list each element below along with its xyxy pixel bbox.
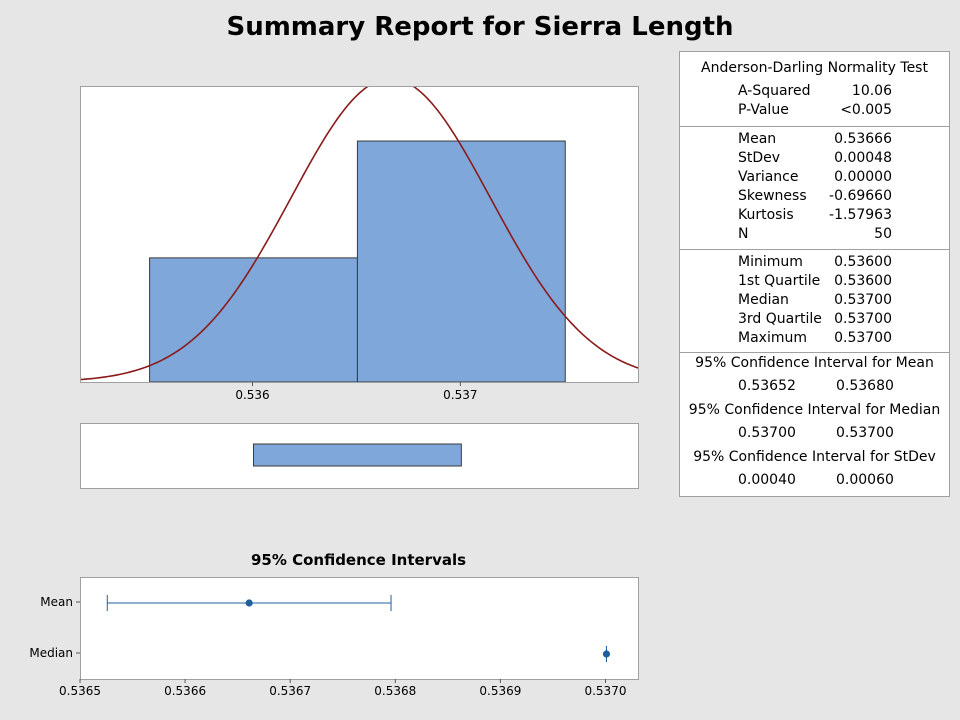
x-tick-label: 0.5367 <box>269 684 311 698</box>
histogram-x-axis: 0.536 0.537 <box>235 382 478 402</box>
stat-value: 0.53600 <box>834 254 892 270</box>
x-tick-label: 0.5370 <box>584 684 626 698</box>
stat-value: 0.53700 <box>834 330 892 346</box>
ci-lower: 0.00040 <box>738 472 796 488</box>
stat-value: 0.53666 <box>834 131 892 147</box>
stat-value: 0.00000 <box>834 169 892 185</box>
stat-value: -1.57963 <box>829 207 892 223</box>
stat-label: Maximum <box>738 330 807 346</box>
ci-panel <box>80 577 639 680</box>
summary-statistics-table: Anderson-Darling Normality Test A-Square… <box>679 51 950 497</box>
x-tick-label: 0.5368 <box>374 684 416 698</box>
section-divider <box>680 126 949 127</box>
stat-row: Minimum 0.53600 <box>680 254 949 273</box>
ci-block-title: 95% Confidence Interval for Mean <box>695 355 934 371</box>
ci-category-label: Mean <box>40 595 73 609</box>
stat-label: Variance <box>738 169 799 185</box>
histogram-bar <box>356 140 566 382</box>
stat-row: 1st Quartile 0.53600 <box>680 273 949 292</box>
section-divider <box>680 249 949 250</box>
stat-label: Kurtosis <box>738 207 794 223</box>
ci-block-title: 95% Confidence Interval for StDev <box>693 449 936 465</box>
stat-value: 0.53700 <box>834 292 892 308</box>
stat-value: -0.69660 <box>829 188 892 204</box>
page-title: Summary Report for Sierra Length <box>226 12 734 42</box>
ci-category-label: Median <box>29 646 73 660</box>
x-tick-label: 0.5366 <box>164 684 206 698</box>
ci-category-axis: Mean Median <box>29 595 80 660</box>
stat-label: Median <box>738 292 789 308</box>
ci-upper: 0.00060 <box>836 472 894 488</box>
stat-row: Skewness -0.69660 <box>680 188 949 207</box>
stat-row: A-Squared 10.06 <box>680 83 949 102</box>
histogram-chart <box>81 87 638 382</box>
ci-chart <box>106 595 611 662</box>
boxplot-panel <box>80 423 639 489</box>
stat-value: 50 <box>874 226 892 242</box>
section-divider <box>680 352 949 353</box>
ad-test-title: Anderson-Darling Normality Test <box>701 60 928 76</box>
stat-label: P-Value <box>738 102 789 118</box>
x-tick-label: 0.536 <box>235 388 269 402</box>
x-tick-label: 0.5369 <box>479 684 521 698</box>
stat-label: Minimum <box>738 254 803 270</box>
histogram-bar <box>149 257 358 382</box>
stat-value: 10.06 <box>851 83 892 99</box>
ci-x-axis: 0.5365 0.5366 0.5367 0.5368 0.5369 0.5370 <box>59 679 626 698</box>
stat-value: <0.005 <box>840 102 892 118</box>
stat-row: StDev 0.00048 <box>680 150 949 169</box>
x-tick-label: 0.537 <box>443 388 477 402</box>
stat-label: Mean <box>738 131 777 147</box>
x-tick-label: 0.5365 <box>59 684 101 698</box>
stat-row: N 50 <box>680 226 949 245</box>
stat-label: 3rd Quartile <box>738 311 822 327</box>
ci-upper: 0.53700 <box>836 425 894 441</box>
stat-row: 3rd Quartile 0.53700 <box>680 311 949 330</box>
histogram-panel <box>80 86 639 383</box>
boxplot-chart <box>253 443 462 467</box>
stat-row: Mean 0.53666 <box>680 131 949 150</box>
ci-estimate-point <box>245 599 253 607</box>
ci-chart-title: 95% Confidence Intervals <box>250 551 467 569</box>
ci-lower: 0.53700 <box>738 425 796 441</box>
stat-label: 1st Quartile <box>738 273 821 289</box>
stat-row: Variance 0.00000 <box>680 169 949 188</box>
ci-upper: 0.53680 <box>836 378 894 394</box>
stat-row: P-Value <0.005 <box>680 102 949 121</box>
stat-value: 0.53600 <box>834 273 892 289</box>
stat-label: StDev <box>738 150 781 166</box>
stat-row: Maximum 0.53700 <box>680 330 949 349</box>
ci-estimate-point <box>602 650 611 658</box>
stat-row: Median 0.53700 <box>680 292 949 311</box>
boxplot-box <box>253 443 462 467</box>
stat-label: N <box>738 226 749 242</box>
stat-label: A-Squared <box>738 83 811 99</box>
ci-lower: 0.53652 <box>738 378 796 394</box>
stat-label: Skewness <box>738 188 807 204</box>
ci-block-title: 95% Confidence Interval for Median <box>688 402 941 418</box>
stat-value: 0.00048 <box>834 150 892 166</box>
stat-row: Kurtosis -1.57963 <box>680 207 949 226</box>
stat-value: 0.53700 <box>834 311 892 327</box>
